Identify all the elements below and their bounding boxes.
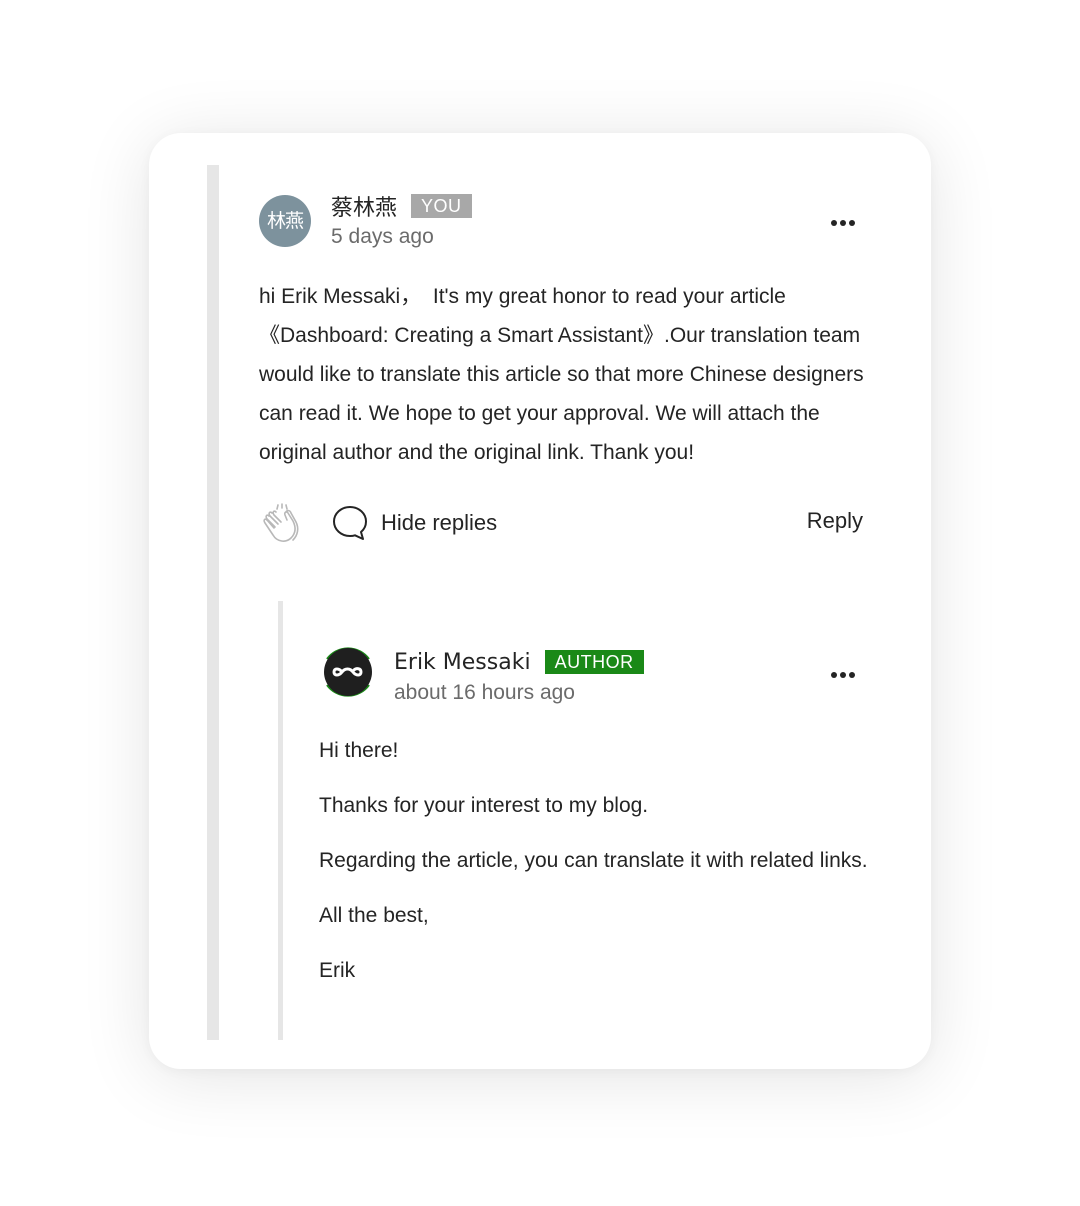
thread-bar [207, 165, 219, 1040]
author-name[interactable]: 蔡林燕 [331, 190, 397, 222]
reply-body: Hi there! Thanks for your interest to my… [319, 731, 869, 990]
reply-header: Erik Messaki AUTHOR about 16 hours ago [319, 641, 869, 711]
reply-timestamp[interactable]: about 16 hours ago [394, 681, 644, 705]
reply-paragraph: Hi there! [319, 739, 399, 762]
reply-paragraph: Erik [319, 959, 356, 982]
author-avatar[interactable] [317, 641, 379, 703]
more-options-icon[interactable] [823, 665, 863, 685]
comment-card: 林燕 蔡林燕 YOU 5 days ago hi Erik Messaki， I… [149, 133, 931, 1069]
name-row: 蔡林燕 YOU [331, 191, 472, 221]
reply-name-row: Erik Messaki AUTHOR [394, 647, 644, 677]
reply-paragraph: Regarding the article, you can translate… [319, 849, 868, 872]
reply-comment: Erik Messaki AUTHOR about 16 hours ago H… [319, 641, 869, 1006]
author-badge: AUTHOR [544, 650, 644, 674]
clap-icon[interactable] [259, 502, 301, 546]
hide-replies-button[interactable]: Hide replies [331, 504, 497, 542]
comment-actions: Hide replies Reply [259, 496, 869, 556]
comment-timestamp[interactable]: 5 days ago [331, 225, 472, 249]
comment-meta: 蔡林燕 YOU 5 days ago [331, 191, 472, 249]
reply-thread-bar [278, 601, 283, 1040]
comment-bubble-icon [333, 506, 367, 540]
reply-paragraph: Thanks for your interest to my blog. [319, 794, 649, 817]
author-avatar-icon [324, 647, 372, 697]
avatar[interactable]: 林燕 [259, 195, 311, 247]
comment-body: hi Erik Messaki， It's my great honor to … [259, 285, 864, 464]
hide-replies-label: Hide replies [381, 510, 498, 535]
reply-button[interactable]: Reply [807, 508, 863, 534]
reply-meta: Erik Messaki AUTHOR about 16 hours ago [394, 647, 644, 705]
you-badge: YOU [411, 194, 472, 218]
reply-author-name[interactable]: Erik Messaki [394, 650, 531, 675]
comment: 林燕 蔡林燕 YOU 5 days ago hi Erik Messaki， I… [259, 191, 869, 556]
comment-header: 林燕 蔡林燕 YOU 5 days ago [259, 191, 869, 261]
more-options-icon[interactable] [823, 213, 863, 233]
reply-paragraph: All the best, [319, 904, 429, 927]
